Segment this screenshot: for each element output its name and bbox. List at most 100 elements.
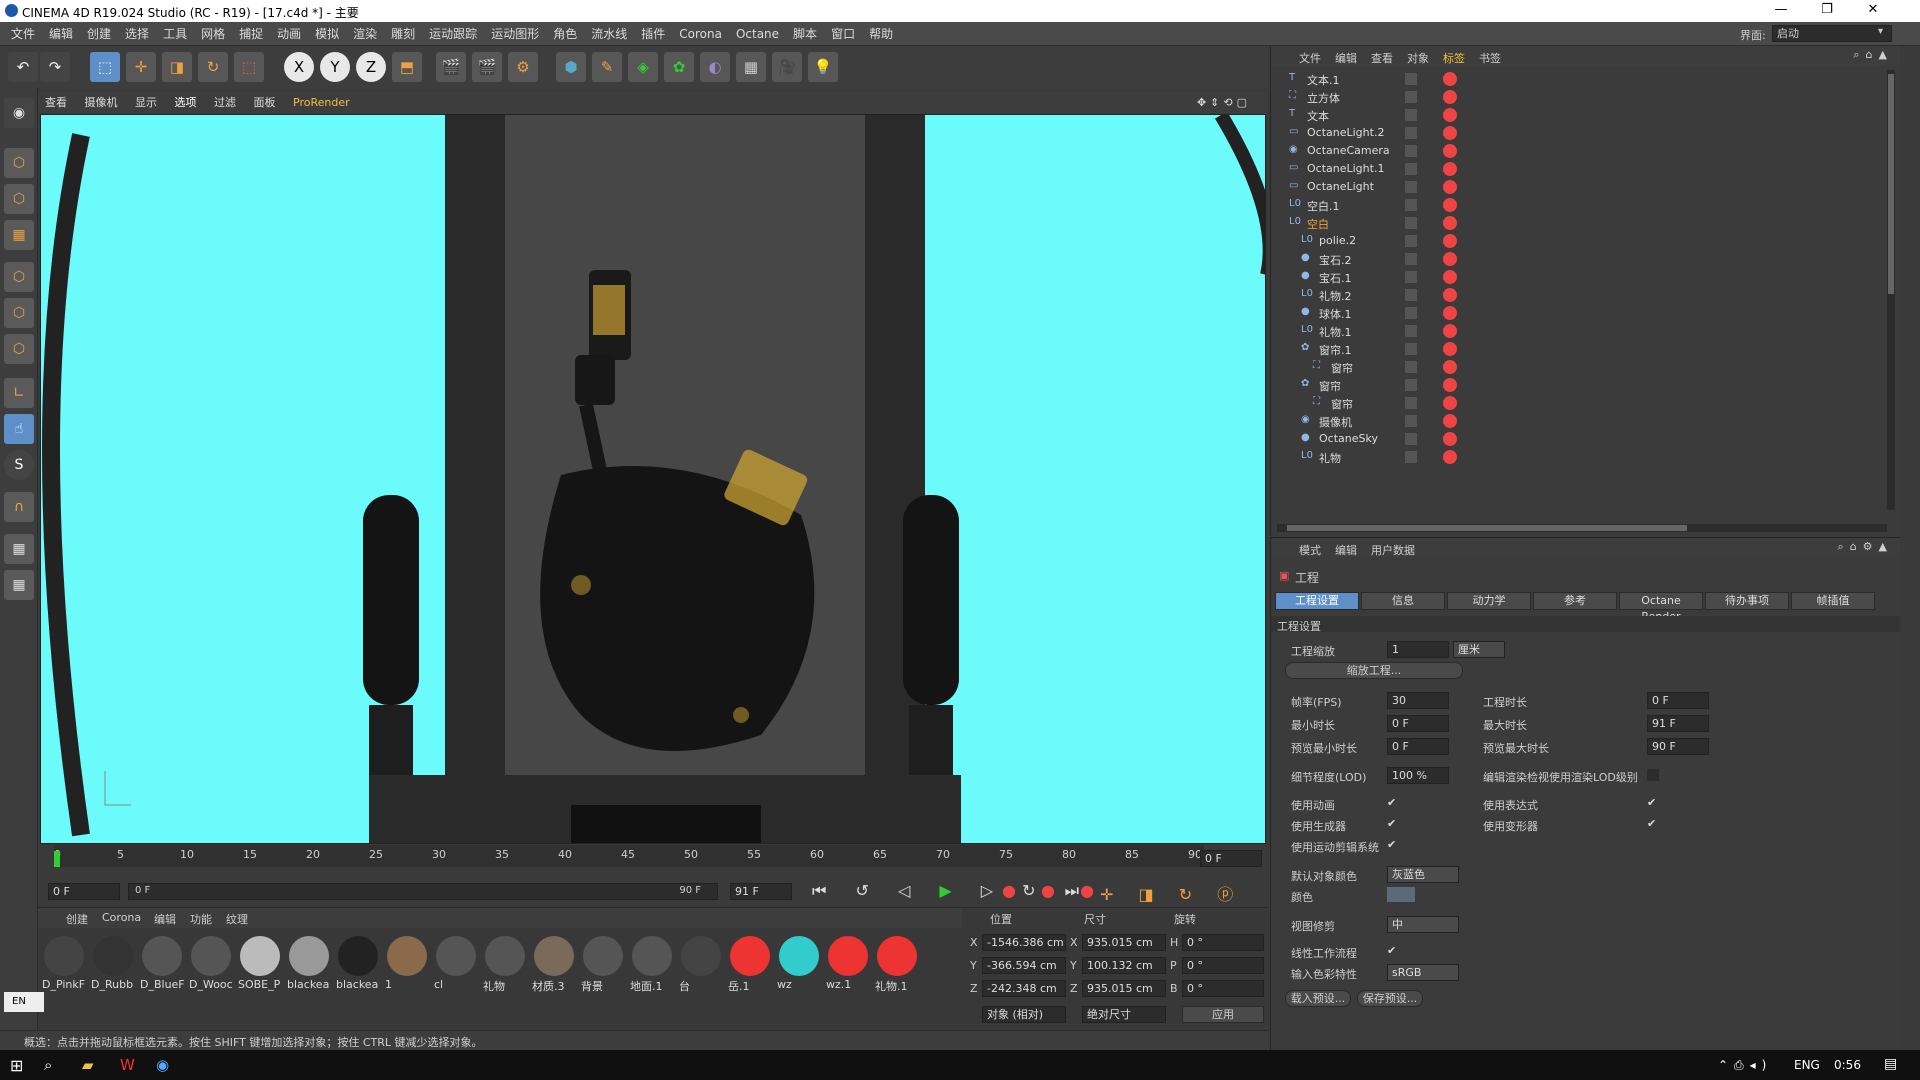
timeline[interactable]: 0 5 10 15 20 25 30 35 40 45 50 55 60 65 …	[40, 845, 1268, 877]
object-row[interactable]: ● OctaneSky	[1271, 430, 1881, 448]
axis-mode-icon[interactable]: ∟	[4, 378, 34, 408]
workplane-lock-icon[interactable]: ▦	[4, 534, 34, 564]
material-tag-icon[interactable]	[1443, 90, 1457, 104]
object-row[interactable]: ⛶ 窗帘	[1271, 394, 1881, 412]
current-frame-field[interactable]: 0 F	[1200, 850, 1262, 867]
edges-mode-icon[interactable]: ⬡	[4, 298, 34, 328]
menu-mesh[interactable]: 网格	[194, 22, 232, 46]
ime-indicator[interactable]: EN	[4, 992, 44, 1012]
material-tag-icon[interactable]	[1443, 288, 1457, 302]
view-clip-select[interactable]: 中	[1387, 916, 1459, 933]
obj-menu-file[interactable]: 文件	[1299, 50, 1321, 66]
play-icon[interactable]: ▶	[939, 881, 963, 900]
use-generators-checkbox[interactable]: ✔	[1387, 818, 1399, 830]
mat-menu-edit[interactable]: 编辑	[154, 911, 176, 927]
object-row[interactable]: ⛶ 立方体	[1271, 88, 1881, 106]
menu-sculpt[interactable]: 雕刻	[384, 22, 422, 46]
viewport-3d[interactable]	[40, 114, 1266, 844]
visibility-toggle[interactable]	[1405, 199, 1417, 211]
use-expressions-checkbox[interactable]: ✔	[1647, 797, 1659, 809]
menu-edit[interactable]: 编辑	[42, 22, 80, 46]
timeline-ruler[interactable]: 0 5 10 15 20 25 30 35 40 45 50 55 60 65 …	[54, 845, 1204, 867]
workplane-mode-icon[interactable]: ▦	[4, 220, 34, 250]
object-name[interactable]: polie.2	[1319, 234, 1356, 247]
object-row[interactable]: L0 空白	[1271, 214, 1881, 232]
material-tag-icon[interactable]	[1443, 432, 1457, 446]
object-name[interactable]: 窗帘.1	[1319, 342, 1352, 358]
material-tag-icon[interactable]	[1443, 396, 1457, 410]
pos-x-field[interactable]: -1546.386 cm	[982, 934, 1066, 951]
move-tool-icon[interactable]: ✛	[126, 52, 156, 82]
mat-menu-function[interactable]: 功能	[190, 911, 212, 927]
visibility-toggle[interactable]	[1405, 325, 1417, 337]
material-tag-icon[interactable]	[1443, 234, 1457, 248]
vertical-scrollbar[interactable]	[1887, 70, 1895, 510]
menu-simulate[interactable]: 模拟	[308, 22, 346, 46]
object-name[interactable]: 空白.1	[1307, 198, 1340, 214]
magnet-icon[interactable]: ∩	[4, 492, 34, 522]
material-tag-icon[interactable]	[1443, 144, 1457, 158]
lod-field[interactable]: 100 %	[1387, 767, 1449, 784]
menu-file[interactable]: 文件	[4, 22, 42, 46]
object-name[interactable]: 文本	[1307, 108, 1329, 124]
right-side-tabs[interactable]	[1900, 46, 1920, 1050]
undo-icon[interactable]: ↶	[8, 52, 38, 82]
save-preset-button[interactable]: 保存预设...	[1357, 990, 1423, 1007]
viewport-menu-cameras[interactable]: 摄像机	[78, 92, 125, 114]
object-name[interactable]: 立方体	[1307, 90, 1340, 106]
visibility-toggle[interactable]	[1405, 145, 1417, 157]
object-name[interactable]: 球体.1	[1319, 306, 1352, 322]
y-axis-button[interactable]: Y	[320, 52, 350, 82]
object-name[interactable]: OctaneLight	[1307, 180, 1374, 193]
material-swatch[interactable]: SOBE_P	[238, 934, 282, 991]
visibility-toggle[interactable]	[1405, 109, 1417, 121]
object-name[interactable]: OctaneLight.2	[1307, 126, 1384, 139]
mat-menu-texture[interactable]: 纹理	[226, 911, 248, 927]
coord-mode-select[interactable]: 对象 (相对)	[982, 1006, 1066, 1023]
material-swatch[interactable]: wz.1	[826, 934, 870, 991]
use-motion-system-checkbox[interactable]: ✔	[1387, 839, 1399, 851]
menu-character[interactable]: 角色	[546, 22, 584, 46]
object-row[interactable]: ◉ 摄像机	[1271, 412, 1881, 430]
menu-select[interactable]: 选择	[118, 22, 156, 46]
z-axis-button[interactable]: Z	[356, 52, 386, 82]
rotate-tool-icon[interactable]: ↻	[198, 52, 228, 82]
input-color-profile-select[interactable]: sRGB	[1387, 964, 1459, 981]
tweak-mode-icon[interactable]: ☝	[4, 414, 34, 444]
default-color-select[interactable]: 灰蓝色	[1387, 866, 1459, 883]
tab-reference[interactable]: 参考	[1533, 592, 1617, 610]
wps-icon[interactable]: W	[120, 1056, 135, 1074]
object-row[interactable]: ▭ OctaneLight.2	[1271, 124, 1881, 142]
material-swatch[interactable]: wz	[777, 934, 821, 991]
menu-motion-tracker[interactable]: 运动跟踪	[422, 22, 484, 46]
material-swatch[interactable]: 1	[385, 934, 429, 991]
render-view-icon[interactable]: 🎬	[436, 52, 466, 82]
object-row[interactable]: ● 球体.1	[1271, 304, 1881, 322]
menu-corona[interactable]: Corona	[672, 22, 729, 46]
material-tag-icon[interactable]	[1443, 270, 1457, 284]
mat-menu-corona[interactable]: Corona	[102, 911, 141, 924]
menu-octane[interactable]: Octane	[729, 22, 786, 46]
object-name[interactable]: 宝石.2	[1319, 252, 1352, 268]
object-name[interactable]: 礼物.1	[1319, 324, 1352, 340]
tab-dynamics[interactable]: 动力学	[1447, 592, 1531, 610]
material-tag-icon[interactable]	[1443, 216, 1457, 230]
snap-icon[interactable]: S	[4, 450, 34, 480]
material-swatch[interactable]: D_BlueF	[140, 934, 185, 991]
object-name[interactable]: 窗帘	[1331, 396, 1353, 412]
material-swatch[interactable]: cl	[434, 934, 478, 991]
viewport-menu-filter[interactable]: 过滤	[207, 92, 243, 114]
load-preset-button[interactable]: 载入预设...	[1285, 990, 1351, 1007]
object-name[interactable]: 宝石.1	[1319, 270, 1352, 286]
material-swatch[interactable]: 背景	[581, 934, 625, 993]
size-mode-select[interactable]: 绝对尺寸	[1082, 1006, 1166, 1023]
object-name[interactable]: 窗帘	[1331, 360, 1353, 376]
preview-max-field[interactable]: 90 F	[1647, 738, 1709, 755]
material-tag-icon[interactable]	[1443, 306, 1457, 320]
material-swatch[interactable]: D_Wooc	[189, 934, 233, 991]
rot-p-field[interactable]: 0 °	[1182, 957, 1264, 974]
horizontal-scrollbar[interactable]	[1277, 524, 1887, 532]
object-row[interactable]: ● 宝石.2	[1271, 250, 1881, 268]
attr-menu-mode[interactable]: 模式	[1299, 542, 1321, 558]
viewport-nav-icons[interactable]: ✥⇕⟲▢	[1190, 92, 1258, 114]
